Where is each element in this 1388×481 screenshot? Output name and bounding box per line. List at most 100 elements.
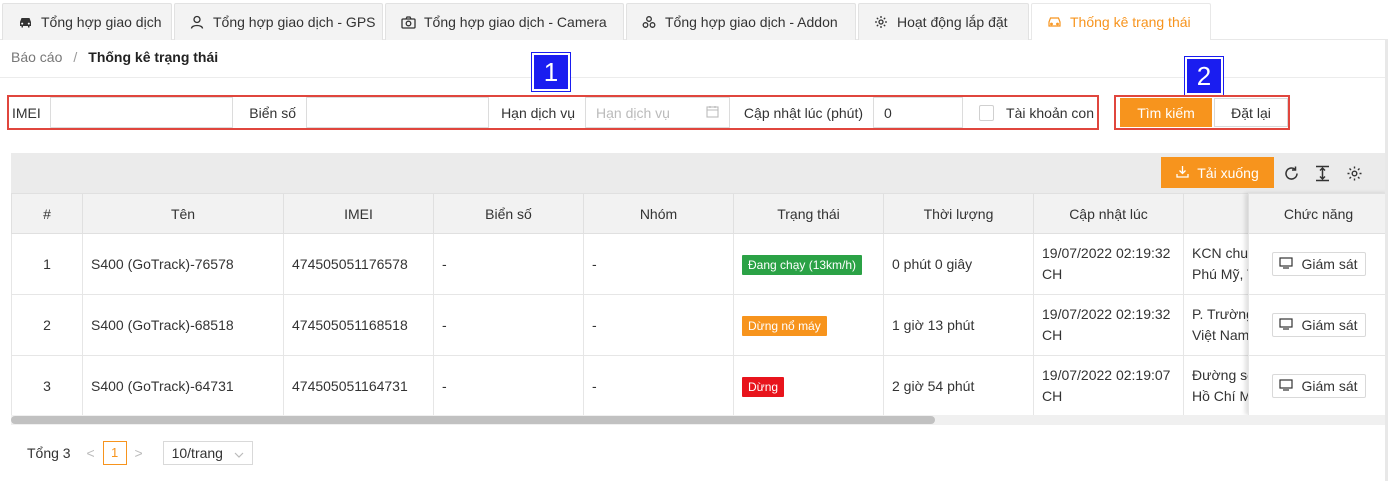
row-updated-period: CH	[1042, 388, 1063, 404]
action-column: Chức năng Giám sát Giám sát Giám sát	[1248, 193, 1388, 417]
filter-actions: Tìm kiếm Đặt lại	[1114, 95, 1290, 130]
prev-page-icon[interactable]: <	[79, 445, 103, 461]
chevron-down-icon	[234, 445, 244, 461]
pagination: Tổng 3 < 1 > 10/trang	[27, 440, 253, 465]
subaccount-option[interactable]: Tài khoản con	[963, 97, 1094, 128]
subaccount-label: Tài khoản con	[1006, 104, 1094, 121]
filter-bar: IMEI Biển số Hạn dịch vụ Hạn dịch vụ Cập…	[7, 95, 1099, 130]
gear-icon	[873, 14, 889, 30]
monitor-icon	[1279, 256, 1294, 272]
breadcrumb: Báo cáo / Thống kê trạng thái	[11, 49, 218, 65]
row-group: -	[583, 233, 734, 295]
monitor-button[interactable]: Giám sát	[1271, 313, 1366, 337]
calendar-icon	[706, 105, 719, 121]
table-row: 1 S400 (GoTrack)-76578 474505051176578 -…	[11, 233, 1304, 295]
table-row: 2 S400 (GoTrack)-68518 474505051168518 -…	[11, 294, 1304, 356]
row-status-cell: Đang chạy (13km/h)	[733, 233, 884, 295]
status-table: # Tên IMEI Biển số Nhóm Trạng thái Thời …	[11, 193, 1388, 415]
update-minutes-input[interactable]: 0	[873, 97, 963, 128]
column-header-plate: Biển số	[433, 193, 584, 234]
subaccount-checkbox[interactable]	[979, 104, 995, 121]
tab-transaction-camera[interactable]: Tổng hợp giao dịch - Camera	[385, 3, 624, 40]
row-updated-period: CH	[1042, 327, 1063, 343]
monitor-button[interactable]: Giám sát	[1271, 374, 1366, 398]
download-button[interactable]: Tải xuống	[1161, 157, 1274, 188]
row-group: -	[583, 294, 734, 356]
row-duration: 1 giờ 13 phút	[883, 294, 1034, 356]
row-updated: 19/07/2022 02:19:07 CH	[1033, 355, 1184, 415]
tab-label: Tổng hợp giao dịch - Addon	[665, 14, 838, 30]
status-badge: Đang chạy (13km/h)	[742, 254, 863, 275]
row-status-cell: Dừng nổ máy	[733, 294, 884, 356]
cluster-icon	[641, 14, 657, 30]
action-cell: Giám sát	[1248, 234, 1388, 295]
column-header-status: Trạng thái	[733, 193, 884, 234]
monitor-button[interactable]: Giám sát	[1271, 252, 1366, 276]
page-size-value: 10/trang	[171, 444, 223, 461]
table-panel: Tải xuống # Tên IMEI Biển số Nhóm Trạng …	[11, 153, 1388, 425]
service-expiry-placeholder: Hạn dịch vụ	[596, 104, 670, 121]
status-badge: Dừng nổ máy	[742, 315, 827, 336]
search-button[interactable]: Tìm kiếm	[1120, 98, 1212, 127]
annotation-badge-2: 2	[1185, 57, 1223, 95]
reset-button[interactable]: Đặt lại	[1214, 98, 1288, 127]
tab-label: Tổng hợp giao dịch - GPS	[213, 14, 376, 30]
row-plate: -	[433, 294, 584, 356]
tab-transaction-summary[interactable]: Tổng hợp giao dịch	[2, 3, 172, 40]
service-expiry-datepicker[interactable]: Hạn dịch vụ	[585, 97, 730, 128]
plate-label: Biển số	[249, 104, 296, 121]
download-label: Tải xuống	[1197, 164, 1259, 181]
column-height-icon[interactable]	[1312, 163, 1332, 183]
row-index: 3	[11, 355, 83, 415]
divider	[0, 77, 1388, 78]
row-group: -	[583, 355, 734, 415]
row-updated-date: 19/07/2022 02:19:32	[1042, 245, 1171, 261]
next-page-icon[interactable]: >	[127, 445, 151, 461]
breadcrumb-root[interactable]: Báo cáo	[11, 49, 62, 65]
monitor-label: Giám sát	[1301, 378, 1358, 394]
row-name: S400 (GoTrack)-68518	[82, 294, 284, 356]
column-header-index: #	[11, 193, 83, 234]
tab-transaction-gps[interactable]: Tổng hợp giao dịch - GPS	[174, 3, 383, 40]
column-header-actions: Chức năng	[1248, 193, 1388, 234]
column-header-name: Tên	[82, 193, 284, 234]
imei-input[interactable]	[50, 97, 233, 128]
row-plate: -	[433, 233, 584, 295]
camera-icon	[400, 14, 416, 30]
action-cell: Giám sát	[1248, 295, 1388, 356]
imei-label: IMEI	[12, 104, 41, 121]
tab-transaction-addon[interactable]: Tổng hợp giao dịch - Addon	[626, 3, 856, 40]
car-icon	[1046, 14, 1062, 30]
row-index: 1	[11, 233, 83, 295]
monitor-icon	[1279, 317, 1294, 333]
page-number-active[interactable]: 1	[102, 440, 127, 465]
monitor-icon	[1279, 378, 1294, 394]
tab-label: Hoạt động lắp đặt	[897, 14, 1008, 30]
row-name: S400 (GoTrack)-76578	[82, 233, 284, 295]
tab-bar: Tổng hợp giao dịch Tổng hợp giao dịch - …	[0, 0, 1388, 40]
row-updated: 19/07/2022 02:19:32 CH	[1033, 233, 1184, 295]
horizontal-scrollbar-thumb[interactable]	[11, 416, 935, 424]
settings-gear-icon[interactable]	[1344, 163, 1364, 183]
breadcrumb-current: Thống kê trạng thái	[88, 49, 219, 65]
row-updated-date: 19/07/2022 02:19:32	[1042, 306, 1171, 322]
row-duration: 2 giờ 54 phút	[883, 355, 1034, 415]
row-duration: 0 phút 0 giây	[883, 233, 1034, 295]
monitor-label: Giám sát	[1301, 317, 1358, 333]
monitor-label: Giám sát	[1301, 256, 1358, 272]
update-minutes-label: Cập nhật lúc (phút)	[743, 104, 863, 121]
page-size-select[interactable]: 10/trang	[162, 440, 253, 465]
tab-installation-activity[interactable]: Hoạt động lắp đặt	[858, 3, 1029, 40]
tab-status-statistics[interactable]: Thống kê trạng thái	[1031, 3, 1211, 40]
status-badge: Dừng	[742, 376, 785, 397]
row-plate: -	[433, 355, 584, 415]
plate-input[interactable]	[306, 97, 489, 128]
action-cell: Giám sát	[1248, 356, 1388, 417]
row-imei: 474505051168518	[283, 294, 434, 356]
refresh-icon[interactable]	[1281, 163, 1301, 183]
column-header-duration: Thời lượng	[883, 193, 1034, 234]
row-updated-period: CH	[1042, 266, 1063, 282]
row-name: S400 (GoTrack)-64731	[82, 355, 284, 415]
row-updated-date: 19/07/2022 02:19:07	[1042, 367, 1171, 383]
download-icon	[1176, 165, 1189, 181]
